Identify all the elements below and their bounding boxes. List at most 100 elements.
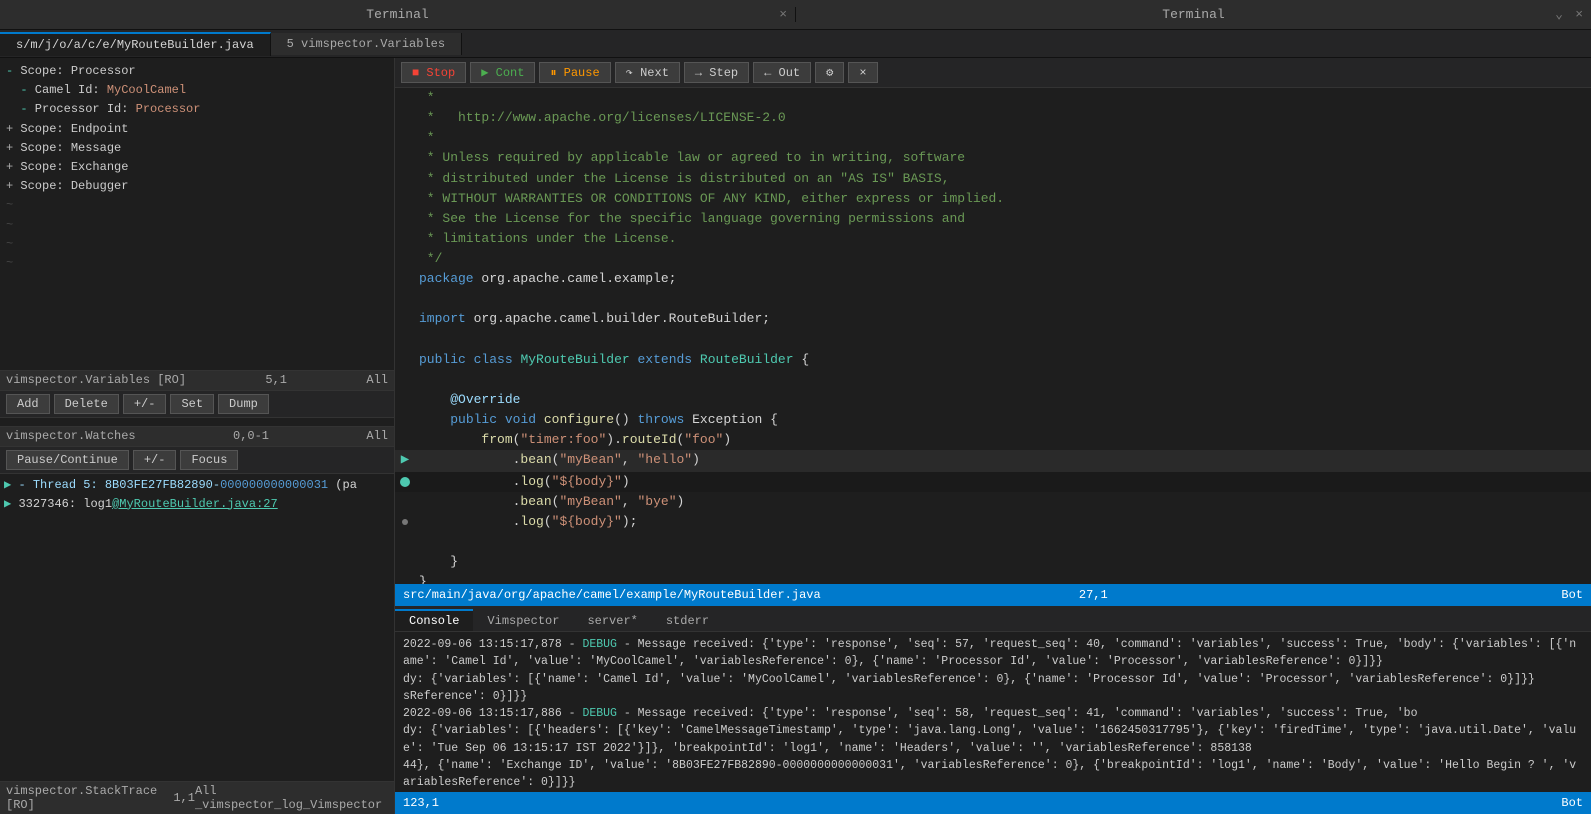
var-line-3: - Processor Id: Processor bbox=[6, 100, 388, 119]
code-line bbox=[395, 289, 1591, 309]
pause-continue-button[interactable]: Pause/Continue bbox=[6, 450, 129, 470]
dump-button[interactable]: Dump bbox=[218, 394, 269, 414]
line-indicator bbox=[395, 370, 415, 390]
variables-status-left: vimspector.Variables [RO] bbox=[6, 373, 186, 387]
line-indicator bbox=[395, 148, 415, 168]
console-output[interactable]: 2022-09-06 13:15:17,878 - DEBUG - Messag… bbox=[395, 632, 1591, 792]
code-content: .log("${body}"); bbox=[415, 512, 637, 532]
file-tab-path[interactable]: s/m/j/o/a/c/e/MyRouteBuilder.java bbox=[0, 32, 271, 56]
console-tab-console[interactable]: Console bbox=[395, 609, 473, 631]
file-tab-bar: s/m/j/o/a/c/e/MyRouteBuilder.java 5 vims… bbox=[0, 30, 1591, 58]
code-bot-label: Bot bbox=[1561, 588, 1583, 602]
main-content: - Scope: Processor - Camel Id: MyCoolCam… bbox=[0, 58, 1591, 814]
top-title-bar: Terminal × Terminal × ⌄ bbox=[0, 0, 1591, 30]
code-line: } bbox=[395, 552, 1591, 572]
variables-toolbar: Add Delete +/- Set Dump bbox=[0, 390, 394, 418]
out-button[interactable]: ← Out bbox=[753, 62, 811, 83]
left-terminal-close[interactable]: × bbox=[779, 7, 787, 22]
stack-section: ▶ - Thread 5: 8B03FE27FB82890-0000000000… bbox=[0, 474, 394, 782]
console-status-bar: 123,1 Bot bbox=[395, 792, 1591, 814]
stack-status-left: vimspector.StackTrace [RO] bbox=[6, 784, 173, 812]
code-line: */ bbox=[395, 249, 1591, 269]
code-content: import org.apache.camel.builder.RouteBui… bbox=[415, 309, 770, 329]
code-line: * See the License for the specific langu… bbox=[395, 209, 1591, 229]
code-line: public void configure() throws Exception… bbox=[395, 410, 1591, 430]
breakpoint-indicator bbox=[395, 472, 415, 492]
code-content: } bbox=[415, 552, 458, 572]
line-indicator bbox=[395, 189, 415, 209]
variables-section: - Scope: Processor - Camel Id: MyCoolCam… bbox=[0, 58, 394, 370]
console-tab-stderr[interactable]: stderr bbox=[652, 609, 723, 631]
gear-button[interactable]: ⚙ bbox=[815, 62, 844, 83]
var-line-5: + Scope: Message bbox=[6, 139, 388, 158]
thread-item-1: ▶ - Thread 5: 8B03FE27FB82890-0000000000… bbox=[4, 476, 390, 495]
pause-button[interactable]: ⏸ Pause bbox=[539, 62, 610, 83]
step-button[interactable]: → Step bbox=[684, 62, 749, 83]
plus-minus-button[interactable]: +/- bbox=[123, 394, 167, 414]
code-line: .bean("myBean", "bye") bbox=[395, 492, 1591, 512]
code-line bbox=[395, 370, 1591, 390]
right-terminal-close[interactable]: × bbox=[1575, 7, 1583, 22]
stack-status-pos: 1,1 bbox=[173, 791, 195, 805]
delete-button[interactable]: Delete bbox=[54, 394, 119, 414]
console-line-4: 2022-09-06 13:15:17,886 - DEBUG - Messag… bbox=[403, 705, 1583, 722]
console-status-bot: Bot bbox=[1561, 796, 1583, 810]
line-indicator bbox=[395, 249, 415, 269]
vimspector-tab[interactable]: 5 vimspector.Variables bbox=[271, 33, 462, 55]
add-button[interactable]: Add bbox=[6, 394, 50, 414]
code-content bbox=[415, 330, 419, 350]
code-content: .bean("myBean", "bye") bbox=[415, 492, 684, 512]
line-indicator bbox=[395, 552, 415, 572]
code-content: from("timer:foo").routeId("foo") bbox=[415, 430, 731, 450]
line-indicator bbox=[395, 330, 415, 350]
console-line-5: dy: {'variables': [{'headers': [{'key': … bbox=[403, 722, 1583, 757]
console-tab-server[interactable]: server* bbox=[573, 609, 651, 631]
console-tabs: Console Vimspector server* stderr bbox=[395, 606, 1591, 632]
code-line: * WITHOUT WARRANTIES OR CONDITIONS OF AN… bbox=[395, 189, 1591, 209]
code-line bbox=[395, 532, 1591, 552]
var-line-1: - Scope: Processor bbox=[6, 62, 388, 81]
line-indicator bbox=[395, 128, 415, 148]
close-debug-button[interactable]: × bbox=[848, 62, 877, 83]
stop-button[interactable]: ■ Stop bbox=[401, 62, 466, 83]
line-indicator bbox=[395, 269, 415, 289]
focus-button[interactable]: Focus bbox=[180, 450, 238, 470]
stack-status-right: All _vimspector_log_Vimspector bbox=[195, 784, 388, 812]
line-indicator bbox=[395, 532, 415, 552]
code-content: * bbox=[415, 128, 435, 148]
console-tab-vimspector[interactable]: Vimspector bbox=[473, 609, 573, 631]
code-line: * Unless required by applicable law or a… bbox=[395, 148, 1591, 168]
watches-plus-minus[interactable]: +/- bbox=[133, 450, 177, 470]
code-line bbox=[395, 330, 1591, 350]
right-terminal-expand[interactable]: ⌄ bbox=[1555, 7, 1563, 22]
line-indicator bbox=[395, 430, 415, 450]
tilde-1: ~ bbox=[6, 196, 388, 215]
tilde-4: ~ bbox=[6, 254, 388, 273]
code-content: * WITHOUT WARRANTIES OR CONDITIONS OF AN… bbox=[415, 189, 1004, 209]
arrow-indicator: ▶ bbox=[395, 450, 415, 472]
line-indicator bbox=[395, 169, 415, 189]
console-line-3: sReference': 0}]}} bbox=[403, 688, 1583, 705]
console-line-6: 44}, {'name': 'Exchange ID', 'value': '8… bbox=[403, 757, 1583, 792]
line-indicator bbox=[395, 289, 415, 309]
code-content: public class MyRouteBuilder extends Rout… bbox=[415, 350, 809, 370]
variables-status-pos: 5,1 bbox=[265, 373, 287, 387]
left-terminal-label: Terminal bbox=[366, 7, 428, 22]
code-line: @Override bbox=[395, 390, 1591, 410]
small-dot-indicator bbox=[395, 512, 415, 532]
code-line: * http://www.apache.org/licenses/LICENSE… bbox=[395, 108, 1591, 128]
code-area[interactable]: * * http://www.apache.org/licenses/LICEN… bbox=[395, 88, 1591, 584]
watches-status-pos: 0,0-1 bbox=[233, 429, 269, 443]
console-line-1: 2022-09-06 13:15:17,878 - DEBUG - Messag… bbox=[403, 636, 1583, 671]
set-button[interactable]: Set bbox=[170, 394, 214, 414]
debug-toolbar: ■ Stop ▶ Cont ⏸ Pause ↷ Next → Step ← Ou… bbox=[395, 58, 1591, 88]
code-content bbox=[415, 289, 419, 309]
vimspector-tab-label: 5 vimspector.Variables bbox=[287, 37, 445, 51]
cont-button[interactable]: ▶ Cont bbox=[470, 62, 535, 83]
var-line-6: + Scope: Exchange bbox=[6, 158, 388, 177]
code-line: * limitations under the License. bbox=[395, 229, 1591, 249]
right-terminal-title: Terminal × ⌄ bbox=[796, 7, 1591, 22]
watches-status-bar: vimspector.Watches 0,0-1 All bbox=[0, 426, 394, 446]
left-panel: - Scope: Processor - Camel Id: MyCoolCam… bbox=[0, 58, 395, 814]
next-button[interactable]: ↷ Next bbox=[615, 62, 680, 83]
